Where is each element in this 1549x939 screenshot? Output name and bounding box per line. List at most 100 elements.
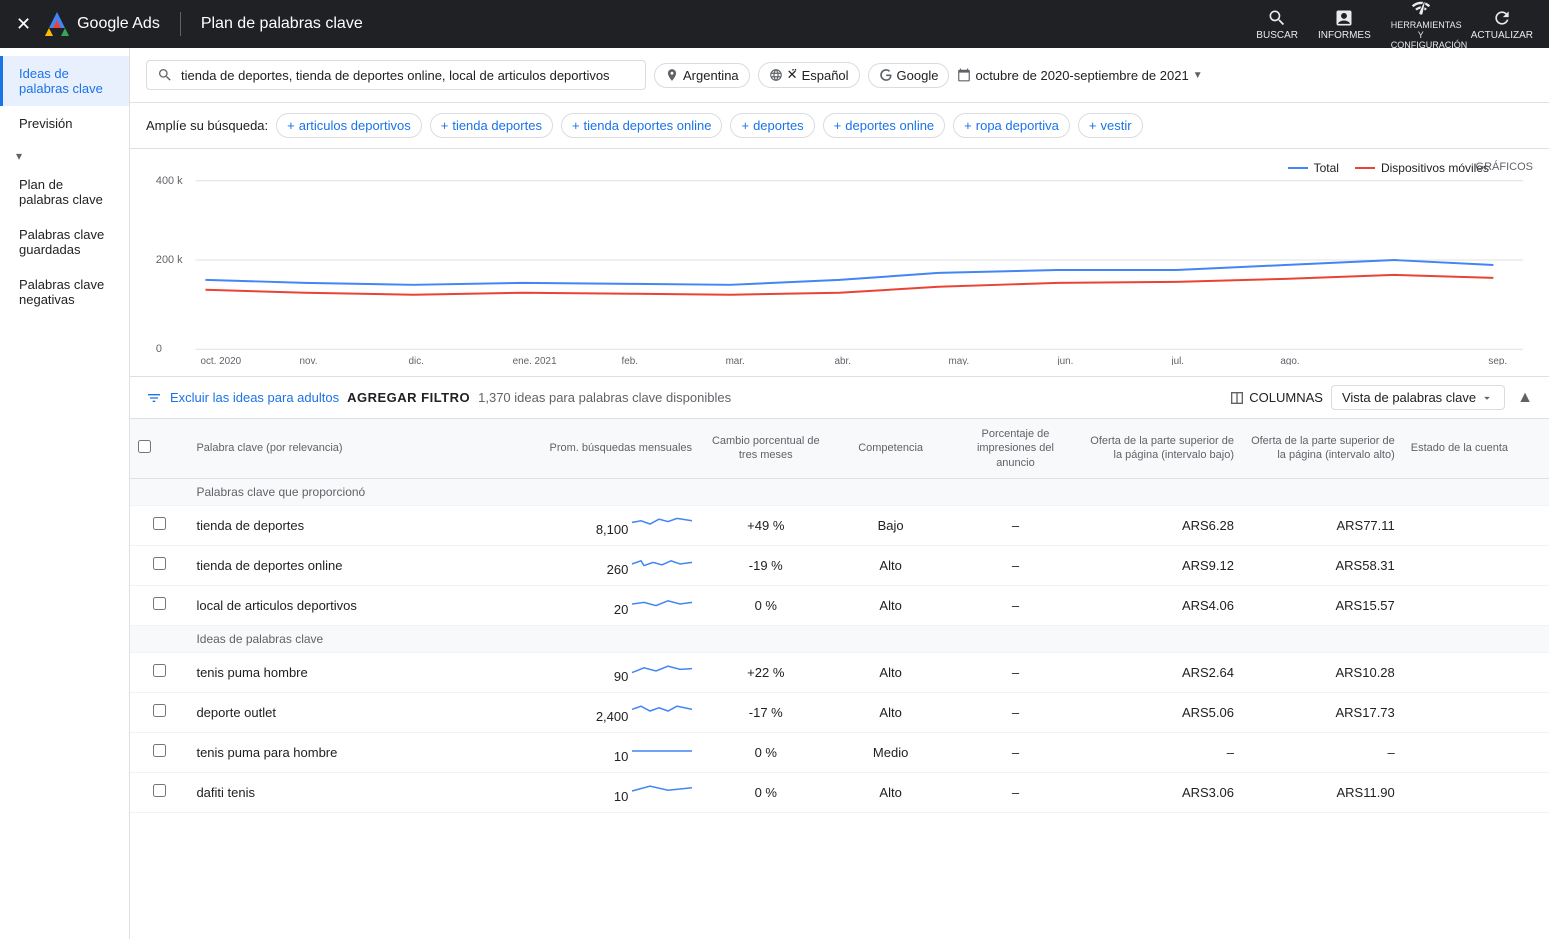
impression-cell: – [950,652,1082,692]
keyword-cell: tenis puma hombre [188,652,510,692]
sidebar-item-prevision[interactable]: Previsión [0,106,129,141]
graphics-icon[interactable]: GRÁFICOS [1476,161,1533,173]
row-checkbox[interactable] [153,557,166,570]
view-dropdown[interactable]: Vista de palabras clave [1331,385,1505,410]
competition-cell: Alto [832,585,950,625]
legend-mobile-label: Dispositivos móviles [1381,161,1489,175]
change-cell: 0 % [700,585,832,625]
competition-cell: Alto [832,652,950,692]
impression-cell: – [950,585,1082,625]
svg-text:ago.: ago. [1280,356,1299,365]
table-row: tienda de deportes online 260 -19 % Alto… [130,545,1549,585]
informes-label: INFORMES [1318,30,1371,41]
chart-area: Total Dispositivos móviles GRÁFICOS 400 … [130,149,1549,377]
language-label: ✕̈ [787,67,798,83]
th-monthly[interactable]: Prom. búsquedas mensuales [510,419,700,478]
top-low-cell: ARS3.06 [1081,772,1242,812]
sidebar-item-guardadas[interactable]: Palabras clave guardadas [0,217,129,267]
chevron-up-icon[interactable]: ▲ [1517,389,1533,407]
logo-icon [43,10,71,38]
keyword-cell: tenis puma para hombre [188,732,510,772]
suggestion-chip-0[interactable]: + articulos deportivos [276,113,422,138]
monthly-cell: 10 [510,732,700,772]
suggestion-text-5: ropa deportiva [976,118,1059,133]
table-row: tienda de deportes 8,100 +49 % Bajo – AR… [130,505,1549,545]
row-checkbox[interactable] [153,517,166,530]
th-top-high[interactable]: Oferta de la parte superior de la página… [1242,419,1403,478]
row-checkbox-cell [130,692,188,732]
search-text: tienda de deportes, tienda de deportes o… [181,68,610,83]
suggestion-text-6: vestir [1100,118,1131,133]
search-nav-button[interactable]: BUSCAR [1256,8,1298,41]
engine-filter[interactable]: Google [868,63,950,88]
exclude-adults-link[interactable]: Excluir las ideas para adultos [170,390,339,405]
row-checkbox[interactable] [153,704,166,717]
columns-icon [1229,390,1245,406]
competition-cell: Alto [832,545,950,585]
engine-label: Google [897,68,939,83]
row-checkbox[interactable] [153,744,166,757]
th-keyword[interactable]: Palabra clave (por relevancia) [188,419,510,478]
suggestion-chip-5[interactable]: + ropa deportiva [953,113,1070,138]
sidebar-item-negativas[interactable]: Palabras clave negativas [0,267,129,317]
suggestion-chip-4[interactable]: + deportes online [823,113,946,138]
search-input-wrap[interactable]: tienda de deportes, tienda de deportes o… [146,60,646,90]
row-checkbox[interactable] [153,597,166,610]
sidebar-group-plan[interactable]: ▾ [0,141,129,167]
sidebar-item-ideas[interactable]: Ideas de palabras clave [0,56,129,106]
location-filter[interactable]: Argentina [654,63,750,88]
th-change[interactable]: Cambio porcentual de tres meses [700,419,832,478]
th-checkbox [130,419,188,478]
table-row: deporte outlet 2,400 -17 % Alto – ARS5.0… [130,692,1549,732]
legend-total: Total [1288,161,1339,175]
search-icon [157,67,173,83]
suggestions-label: Amplíe su búsqueda: [146,118,268,133]
columns-button[interactable]: COLUMNAS [1229,390,1323,406]
view-label: Vista de palabras clave [1342,390,1476,405]
filter-button[interactable] [146,390,162,406]
herramientas-label: HERRAMIENTAS Y CONFIGURACIÓN [1391,20,1451,50]
monthly-cell: 20 [510,585,700,625]
suggestions-bar: Amplíe su búsqueda: + articulos deportiv… [130,103,1549,149]
buscar-label: BUSCAR [1256,30,1298,41]
suggestion-chip-3[interactable]: + deportes [730,113,814,138]
date-caret-icon: ▼ [1193,70,1203,81]
language-filter[interactable]: ✕̈ Español [758,62,860,88]
row-checkbox-cell [130,732,188,772]
th-account-status[interactable]: Estado de la cuenta [1403,419,1549,478]
impression-cell: – [950,692,1082,732]
search-bar: tienda de deportes, tienda de deportes o… [130,48,1549,103]
suggestion-text-2: tienda deportes online [584,118,712,133]
monthly-cell: 260 [510,545,700,585]
suggestion-chip-6[interactable]: + vestir [1078,113,1143,138]
th-competition[interactable]: Competencia [832,419,950,478]
top-high-cell: ARS10.28 [1242,652,1403,692]
sparkline [632,594,692,614]
close-icon[interactable]: ✕ [16,14,31,35]
suggestion-text-4: deportes online [845,118,934,133]
row-checkbox-cell [130,772,188,812]
account-status-cell [1403,585,1549,625]
th-top-low[interactable]: Oferta de la parte superior de la página… [1081,419,1242,478]
ideas-section-header: Ideas de palabras clave [188,625,1549,652]
th-impression[interactable]: Porcentaje de impresiones del anuncio [950,419,1082,478]
row-checkbox[interactable] [153,784,166,797]
add-filter-button[interactable]: AGREGAR FILTRO [347,390,470,405]
language-icon [769,68,783,82]
informes-nav-button[interactable]: INFORMES [1318,8,1371,41]
sidebar-item-plan[interactable]: Plan de palabras clave [0,167,129,217]
chart-svg: 400 k 200 k 0 oct. 2020 nov. dic. ene. 2… [146,165,1533,365]
suggestion-text-1: tienda deportes [452,118,542,133]
row-checkbox-cell [130,545,188,585]
top-high-cell: ARS11.90 [1242,772,1403,812]
select-all-checkbox[interactable] [138,440,151,453]
date-range-chip[interactable]: octubre de 2020-septiembre de 2021 ▼ [957,68,1202,83]
row-checkbox[interactable] [153,664,166,677]
top-high-cell: – [1242,732,1403,772]
suggestion-chip-2[interactable]: + tienda deportes online [561,113,723,138]
svg-text:dic.: dic. [409,356,424,365]
herramientas-nav-button[interactable]: HERRAMIENTAS Y CONFIGURACIÓN [1391,0,1451,50]
suggestion-chip-1[interactable]: + tienda deportes [430,113,553,138]
change-cell: +49 % [700,505,832,545]
actualizar-nav-button[interactable]: ACTUALIZAR [1471,8,1533,41]
